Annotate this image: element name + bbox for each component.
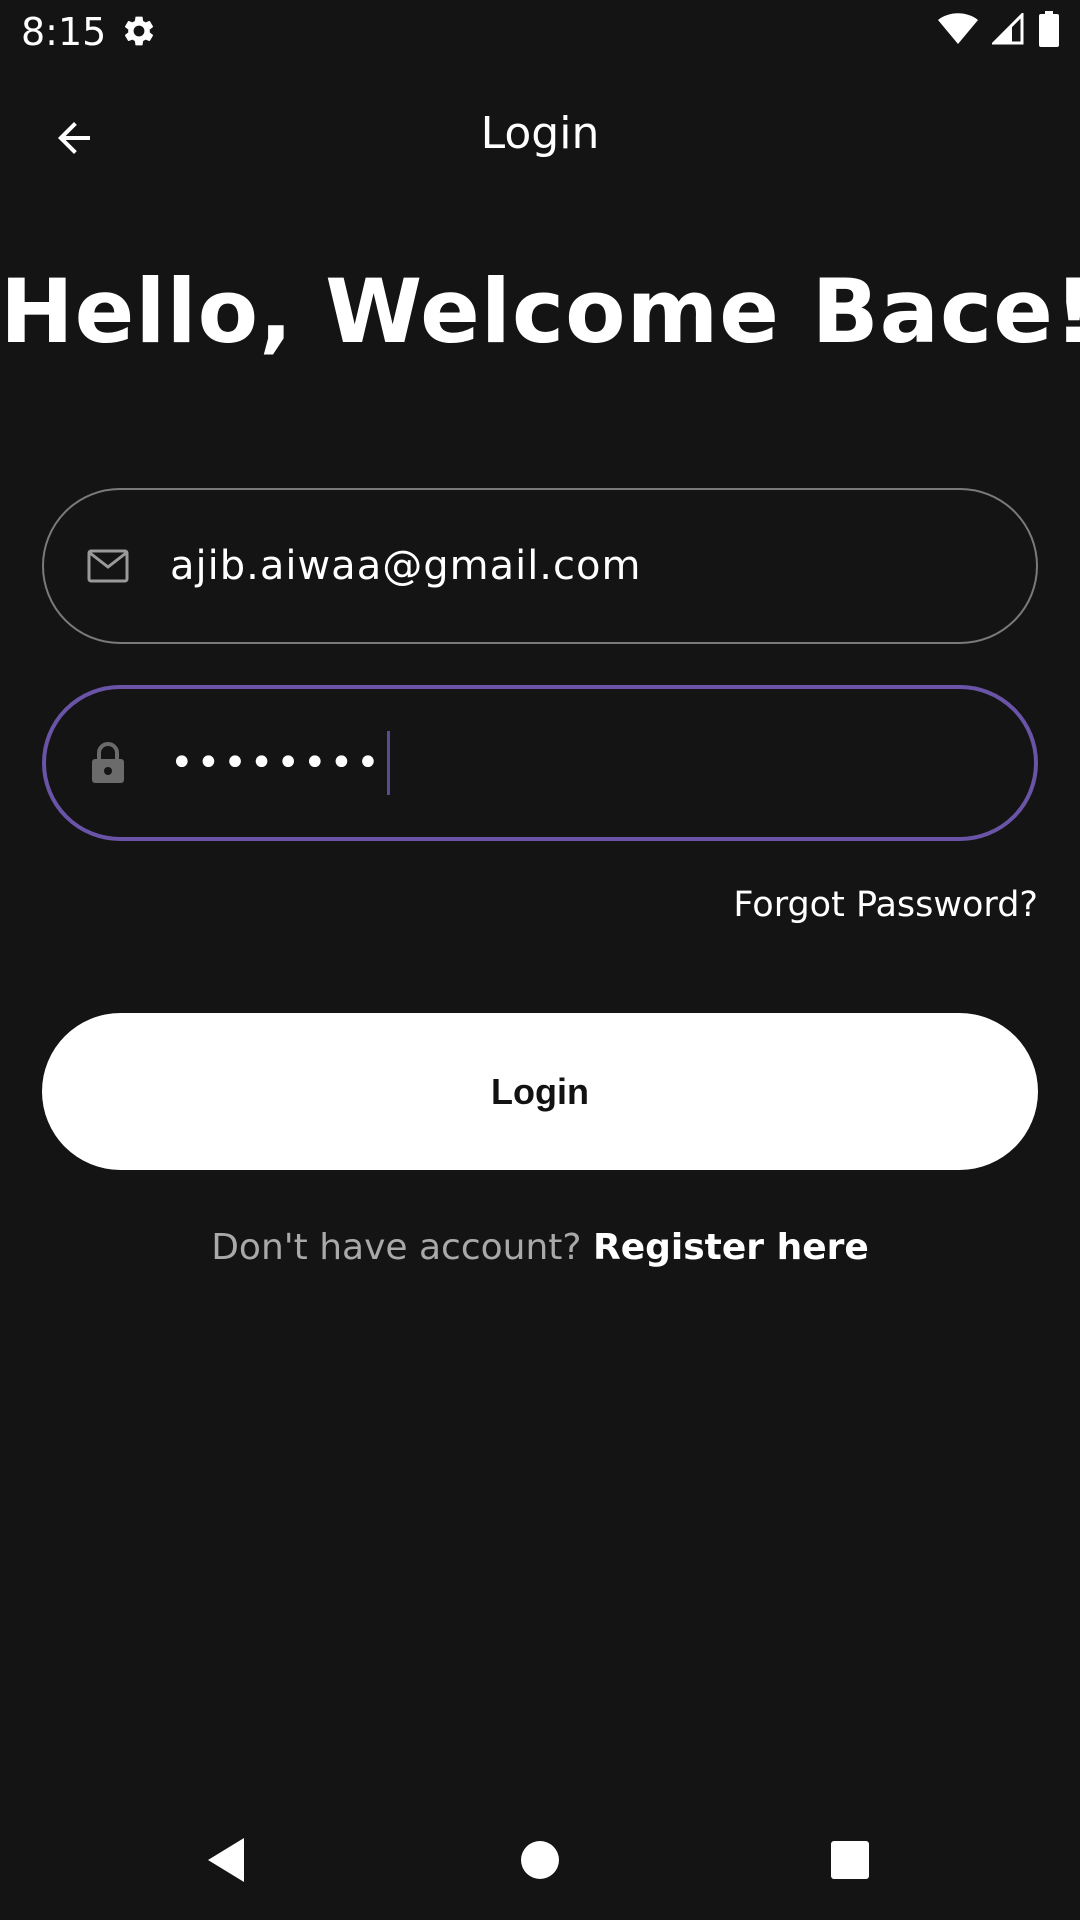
- cellular-signal-icon: [990, 11, 1024, 49]
- mail-icon: [84, 542, 132, 590]
- register-row: Don't have account? Register here: [0, 1223, 1080, 1273]
- nav-recents-icon: [831, 1841, 869, 1879]
- nav-home-button[interactable]: [510, 1830, 570, 1890]
- password-field[interactable]: ••••••••: [42, 685, 1038, 841]
- login-button[interactable]: Login: [42, 1013, 1038, 1170]
- password-value: ••••••••: [170, 731, 390, 795]
- system-nav-bar: [0, 1800, 1080, 1920]
- status-time: 8:15: [21, 10, 107, 54]
- login-screen: 8:15 Login Hello, Welcome Bace! ajib.aiw…: [0, 0, 1080, 1920]
- battery-icon: [1038, 11, 1060, 51]
- status-icons: [938, 11, 1060, 51]
- text-caret: [386, 731, 390, 795]
- lock-icon: [84, 739, 132, 787]
- page-title: Login: [480, 108, 600, 159]
- settings-gear-icon: [121, 13, 157, 49]
- nav-back-button[interactable]: [196, 1830, 256, 1890]
- nav-home-icon: [521, 1841, 559, 1879]
- welcome-headline: Hello, Welcome Bace!: [0, 260, 1080, 363]
- email-field[interactable]: ajib.aiwaa@gmail.com: [42, 488, 1038, 644]
- register-prompt: Don't have account?: [211, 1227, 582, 1268]
- status-bar: 8:15: [0, 0, 1080, 63]
- nav-back-icon: [208, 1838, 244, 1882]
- email-value: ajib.aiwaa@gmail.com: [170, 543, 642, 589]
- wifi-icon: [938, 13, 978, 49]
- nav-recents-button[interactable]: [820, 1830, 880, 1890]
- password-masked-text: ••••••••: [170, 740, 383, 786]
- register-link[interactable]: Register here: [593, 1227, 869, 1268]
- forgot-password-link[interactable]: Forgot Password?: [733, 880, 1038, 930]
